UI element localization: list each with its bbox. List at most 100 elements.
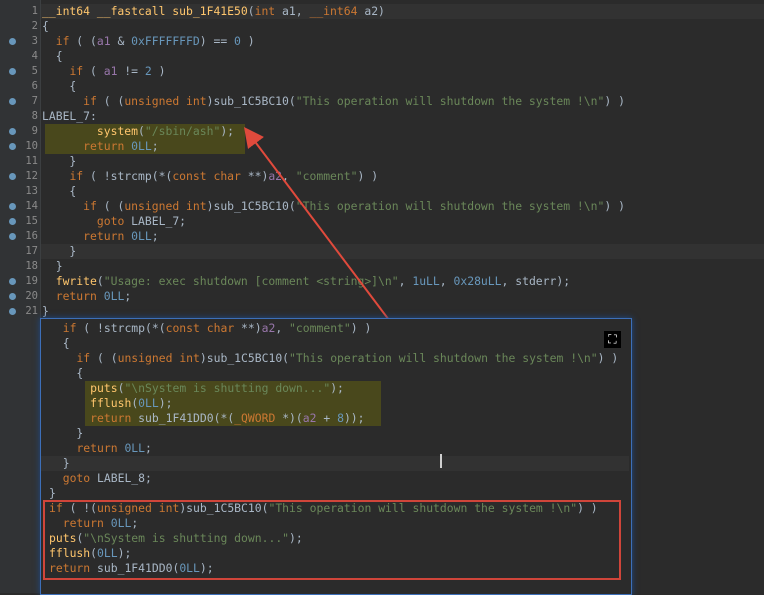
line-number: 9: [31, 125, 38, 137]
code-token: if: [83, 199, 97, 213]
breakpoint-dot-icon[interactable]: [9, 128, 16, 135]
code-token: "This operation will shutdown the system…: [289, 351, 598, 365]
breakpoint-dot-icon[interactable]: [9, 173, 16, 180]
code-line[interactable]: return 0LL;: [42, 139, 158, 154]
breakpoint-dot-icon[interactable]: [9, 98, 16, 105]
breakpoint-dot-icon[interactable]: [9, 38, 16, 45]
line-number: 8: [31, 110, 38, 122]
breakpoint-dot-icon[interactable]: [9, 278, 16, 285]
breakpoint-dot-icon[interactable]: [9, 218, 16, 225]
popup-code-line: fflush(0LL);: [49, 396, 172, 411]
code-token: const char: [165, 321, 235, 335]
code-token: );: [220, 124, 235, 138]
code-token: "This operation will shutdown the system…: [295, 94, 605, 108]
code-token: ) ): [604, 94, 625, 108]
code-line[interactable]: if ( (unsigned int)sub_1C5BC10("This ope…: [42, 199, 625, 214]
code-token: puts: [90, 381, 118, 395]
code-line[interactable]: if ( !strcmp(*(const char **)a2, "commen…: [42, 169, 378, 184]
code-token: ( (: [90, 351, 118, 365]
code-token: system: [96, 124, 139, 138]
code-line[interactable]: {: [42, 19, 49, 34]
popup-code-line: {: [49, 336, 70, 351]
code-line[interactable]: if ( (unsigned int)sub_1C5BC10("This ope…: [42, 94, 625, 109]
code-token: if: [69, 169, 84, 183]
code-token: if: [76, 351, 91, 365]
code-token: (: [138, 124, 145, 138]
code-token: (: [247, 4, 255, 18]
code-line[interactable]: }: [42, 244, 76, 259]
line-number: 5: [31, 65, 38, 77]
code-token: 8: [337, 411, 344, 425]
code-line[interactable]: {: [42, 184, 76, 199]
popup-code-line: }: [49, 486, 56, 501]
code-line[interactable]: if ( (a1 & 0xFFFFFFFD) == 0 ): [42, 34, 255, 49]
code-token: LABEL_7:: [42, 109, 97, 123]
code-line[interactable]: }: [42, 154, 76, 169]
code-token: ( !strcmp(*(: [76, 321, 166, 335]
popup-code-line: }: [49, 456, 70, 471]
current-line-highlight: [41, 456, 629, 471]
breakpoint-dot-icon[interactable]: [9, 233, 16, 240]
code-token: );: [330, 381, 344, 395]
code-token: goto: [62, 471, 91, 485]
code-token: ;: [124, 289, 132, 303]
code-token: "/sbin/ash": [144, 124, 221, 138]
code-line[interactable]: if ( a1 != 2 ): [42, 64, 165, 79]
code-token: ) ): [350, 321, 372, 335]
code-token: }: [49, 426, 84, 440]
code-token: 0xFFFFFFFD: [131, 34, 200, 48]
code-token: "comment": [289, 321, 351, 335]
code-token: LABEL_8;: [90, 471, 152, 485]
code-token: a2: [302, 411, 317, 425]
line-number: 10: [25, 140, 38, 152]
code-token: 0LL: [131, 229, 152, 243]
code-token: {: [42, 49, 63, 63]
code-line[interactable]: {: [42, 49, 63, 64]
breakpoint-dot-icon[interactable]: [9, 143, 16, 150]
code-token: __int64: [309, 4, 358, 18]
code-line[interactable]: return 0LL;: [42, 289, 131, 304]
code-token: a2): [357, 4, 385, 18]
code-line[interactable]: }: [42, 304, 49, 319]
code-token: a1: [96, 34, 111, 48]
code-token: {: [42, 79, 77, 93]
code-line[interactable]: fwrite("Usage: exec shutdown [comment <s…: [42, 274, 570, 289]
breakpoint-dot-icon[interactable]: [9, 203, 16, 210]
line-number: 20: [25, 290, 38, 302]
line-number: 3: [31, 35, 38, 47]
code-token: if: [55, 34, 70, 48]
code-token: ): [151, 64, 166, 78]
code-line[interactable]: return 0LL;: [42, 229, 159, 244]
code-line[interactable]: }: [42, 259, 63, 274]
breakpoint-dot-icon[interactable]: [9, 68, 16, 75]
code-line[interactable]: goto LABEL_7;: [42, 214, 186, 229]
code-token: sub_1F41DD0(*(: [131, 411, 235, 425]
code-token: ;: [151, 229, 159, 243]
code-token: }: [42, 244, 77, 258]
breakpoint-dot-icon[interactable]: [9, 308, 16, 315]
breakpoint-dot-icon[interactable]: [9, 293, 16, 300]
code-token: if: [62, 321, 77, 335]
code-token: _QWORD: [234, 411, 276, 425]
code-line[interactable]: system("/sbin/ash");: [42, 124, 234, 139]
code-line[interactable]: {: [42, 79, 76, 94]
code-token: {: [42, 19, 49, 33]
popup-code-line: return 0LL;: [49, 441, 151, 456]
code-line[interactable]: LABEL_7:: [42, 109, 97, 124]
code-token: }: [42, 259, 63, 273]
popup-code-line: if ( !strcmp(*(const char **)a2, "commen…: [49, 321, 372, 336]
expand-icon[interactable]: ⛶: [604, 331, 621, 348]
code-token: a1,: [275, 4, 310, 18]
code-line[interactable]: __int64 __fastcall sub_1F41E50(int a1, _…: [42, 4, 385, 19]
current-line-highlight: [41, 244, 764, 259]
code-token: "comment": [295, 169, 358, 183]
code-token: 0x28uLL: [453, 274, 502, 288]
code-token: 1uLL: [412, 274, 440, 288]
text-cursor: [440, 454, 442, 468]
